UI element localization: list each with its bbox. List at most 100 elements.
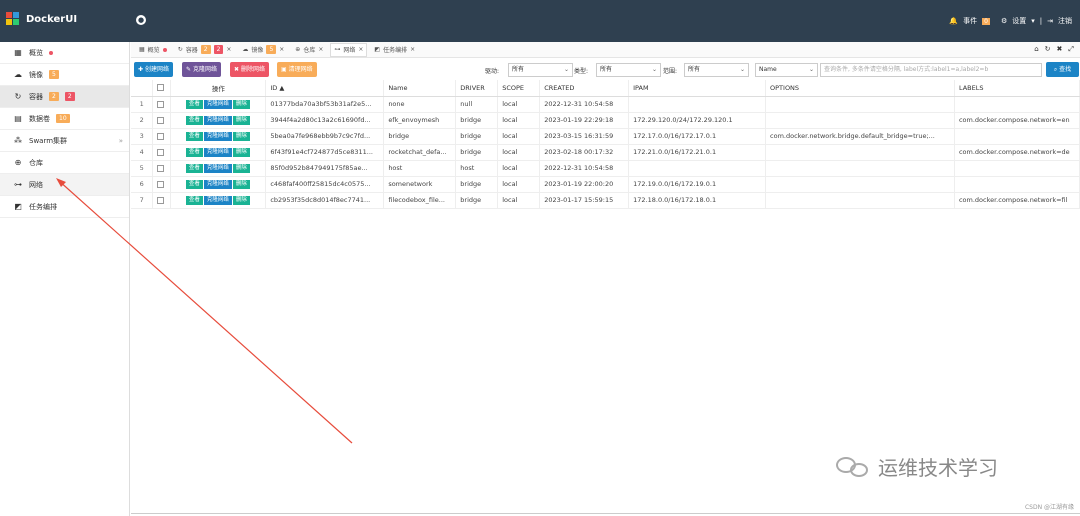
clone-button[interactable]: 克隆网络 (203, 164, 232, 173)
clone-button[interactable]: 克隆网络 (203, 100, 232, 109)
settings-menu[interactable]: 设置 (1012, 16, 1026, 26)
search-input[interactable]: 查询条件, 多条件请空格分隔, label方式:label1=a,label2=… (820, 63, 1042, 77)
table-row[interactable]: 5 查看 克隆网络 删除 85f0d952b847949175f85ae... host h… (131, 160, 1080, 177)
column-header-labels[interactable]: LABELS (954, 80, 1080, 97)
view-button[interactable]: 查看 (185, 100, 203, 109)
row-checkbox[interactable] (152, 128, 172, 145)
cell-scope: local (497, 192, 541, 209)
column-header-ipam[interactable]: IPAM (628, 80, 767, 97)
sidebar-item-overview[interactable]: ▦ 概览 (0, 42, 129, 64)
table-row[interactable]: 2 查看 克隆网络 删除 3944f4a2d80c13a2c61690fd... efk_… (131, 112, 1080, 129)
app-logo[interactable]: DockerUI (6, 12, 77, 26)
cell-driver: bridge (455, 144, 499, 161)
delete-button[interactable]: 删除 (232, 116, 250, 125)
view-button[interactable]: 查看 (185, 180, 203, 189)
delete-button[interactable]: 删除 (232, 196, 250, 205)
gear-icon[interactable]: ⚙ (1001, 17, 1007, 25)
row-checkbox[interactable] (152, 176, 172, 193)
sidebar-item-swarm[interactable]: ⁂ Swarm集群 » (0, 130, 129, 152)
table-row[interactable]: 6 查看 克隆网络 删除 c468faf400ff25815dc4c0575... som… (131, 176, 1080, 193)
delete-network-button[interactable]: ✖ 删除网络 (230, 62, 269, 77)
search-button[interactable]: ⌕ 查找 (1046, 62, 1079, 77)
close-icon[interactable]: × (279, 46, 284, 53)
logout-icon[interactable]: ⇥ (1047, 17, 1053, 25)
expand-icon[interactable]: ⤢ (1068, 45, 1074, 54)
tab-overview[interactable]: ▦ 概览 (135, 43, 171, 57)
delete-button[interactable]: 删除 (232, 100, 250, 109)
chevron-down-icon: ⌄ (808, 66, 814, 73)
cell-created: 2023-01-17 15:59:15 (539, 192, 630, 209)
view-button[interactable]: 查看 (185, 148, 203, 157)
cell-ipam: 172.21.0.0/16/172.21.0.1 (628, 144, 767, 161)
events-link[interactable]: 事件 (963, 16, 977, 26)
close-icon[interactable]: × (226, 46, 231, 53)
clone-button[interactable]: 克隆网络 (203, 148, 232, 157)
driver-select[interactable]: 所有 ⌄ (508, 63, 573, 77)
search-field-select[interactable]: Name ⌄ (755, 63, 818, 77)
bell-icon[interactable]: 🔔 (949, 17, 958, 25)
row-checkbox[interactable] (152, 192, 172, 209)
sidebar-item-volumes[interactable]: ▤ 数据卷 10 (0, 108, 129, 130)
view-button[interactable]: 查看 (185, 132, 203, 141)
view-button[interactable]: 查看 (185, 196, 203, 205)
column-header-name[interactable]: Name (383, 80, 457, 97)
close-icon[interactable]: × (410, 46, 415, 53)
refresh-icon[interactable]: ↻ (1045, 45, 1051, 54)
tab-registry[interactable]: ⊕ 仓库 × (291, 43, 327, 57)
delete-button[interactable]: 删除 (232, 164, 250, 173)
tab-images[interactable]: ☁ 镜像 5 × (238, 43, 288, 57)
clean-network-button[interactable]: ▣ 清理网络 (277, 62, 317, 77)
caret-down-icon[interactable]: ▾ (1031, 17, 1035, 25)
clone-button[interactable]: 克隆网络 (203, 132, 232, 141)
sidebar-toggle-icon[interactable]: ● (136, 15, 146, 25)
home-icon[interactable]: ⌂ (1034, 45, 1038, 54)
tab-network[interactable]: ⊶ 网络 × (330, 42, 368, 57)
view-button[interactable]: 查看 (185, 164, 203, 173)
chevron-down-icon: » (118, 136, 123, 145)
scope-select[interactable]: 所有 ⌄ (684, 63, 749, 77)
clone-button[interactable]: 克隆网络 (203, 116, 232, 125)
logout-link[interactable]: 注销 (1058, 16, 1072, 26)
select-all-checkbox[interactable] (152, 80, 172, 97)
tab-label: 任务编排 (383, 47, 408, 54)
column-header-options[interactable]: OPTIONS (765, 80, 955, 97)
row-checkbox[interactable] (152, 144, 172, 161)
watermark: 运维技术学习 (836, 452, 998, 481)
cell-scope: local (497, 160, 541, 177)
column-header-id[interactable]: ID ▲ (265, 80, 385, 97)
column-header-num (131, 80, 154, 97)
chevron-down-icon: ⌄ (651, 66, 657, 73)
tab-tasks[interactable]: ◩ 任务编排 × (370, 43, 419, 57)
table-row[interactable]: 3 查看 克隆网络 删除 5bea0a7fe968ebb9b7c9c7fd... brid… (131, 128, 1080, 145)
sidebar-item-images[interactable]: ☁ 镜像 5 (0, 64, 129, 86)
close-icon[interactable]: × (318, 46, 323, 53)
row-checkbox[interactable] (152, 96, 172, 113)
close-icon[interactable]: × (358, 46, 363, 53)
column-header-created[interactable]: CREATED (539, 80, 630, 97)
sidebar-item-registry[interactable]: ⊕ 仓库 (0, 152, 129, 174)
table-row[interactable]: 1 查看 克隆网络 删除 01377bda70a3bf53b31af2e5... none… (131, 96, 1080, 113)
status-dot (49, 50, 53, 55)
column-header-driver[interactable]: DRIVER (455, 80, 499, 97)
view-button[interactable]: 查看 (185, 116, 203, 125)
delete-button[interactable]: 删除 (232, 132, 250, 141)
type-select[interactable]: 所有 ⌄ (596, 63, 661, 77)
clone-network-button[interactable]: ✎ 克隆网络 (182, 62, 221, 77)
chevron-down-icon: ⌄ (739, 66, 745, 73)
table-row[interactable]: 4 查看 克隆网络 删除 6f43f91e4cf724877d5ce8311... roc… (131, 144, 1080, 161)
clone-button[interactable]: 克隆网络 (203, 180, 232, 189)
tab-bar: ▦ 概览 ↻ 容器 2 2 × ☁ 镜像 5 × ⊕ 仓库 × ⊶ 网络 × ◩… (131, 42, 1080, 58)
delete-button[interactable]: 删除 (232, 148, 250, 157)
tab-containers[interactable]: ↻ 容器 2 2 × (174, 43, 236, 57)
sidebar-item-containers[interactable]: ↻ 容器 2 2 (0, 86, 129, 108)
delete-button[interactable]: 删除 (232, 180, 250, 189)
table-row[interactable]: 7 查看 克隆网络 删除 cb2953f35dc8d014f8ec7741... file… (131, 192, 1080, 209)
row-checkbox[interactable] (152, 160, 172, 177)
column-header-scope[interactable]: SCOPE (497, 80, 541, 97)
close-icon[interactable]: ✖ (1057, 45, 1063, 54)
sidebar-item-tasks[interactable]: ◩ 任务编排 (0, 196, 129, 218)
clone-button[interactable]: 克隆网络 (203, 196, 232, 205)
sidebar-item-network[interactable]: ⊶ 网络 (0, 174, 129, 196)
create-network-button[interactable]: ✚ 创建网络 (134, 62, 173, 77)
row-checkbox[interactable] (152, 112, 172, 129)
